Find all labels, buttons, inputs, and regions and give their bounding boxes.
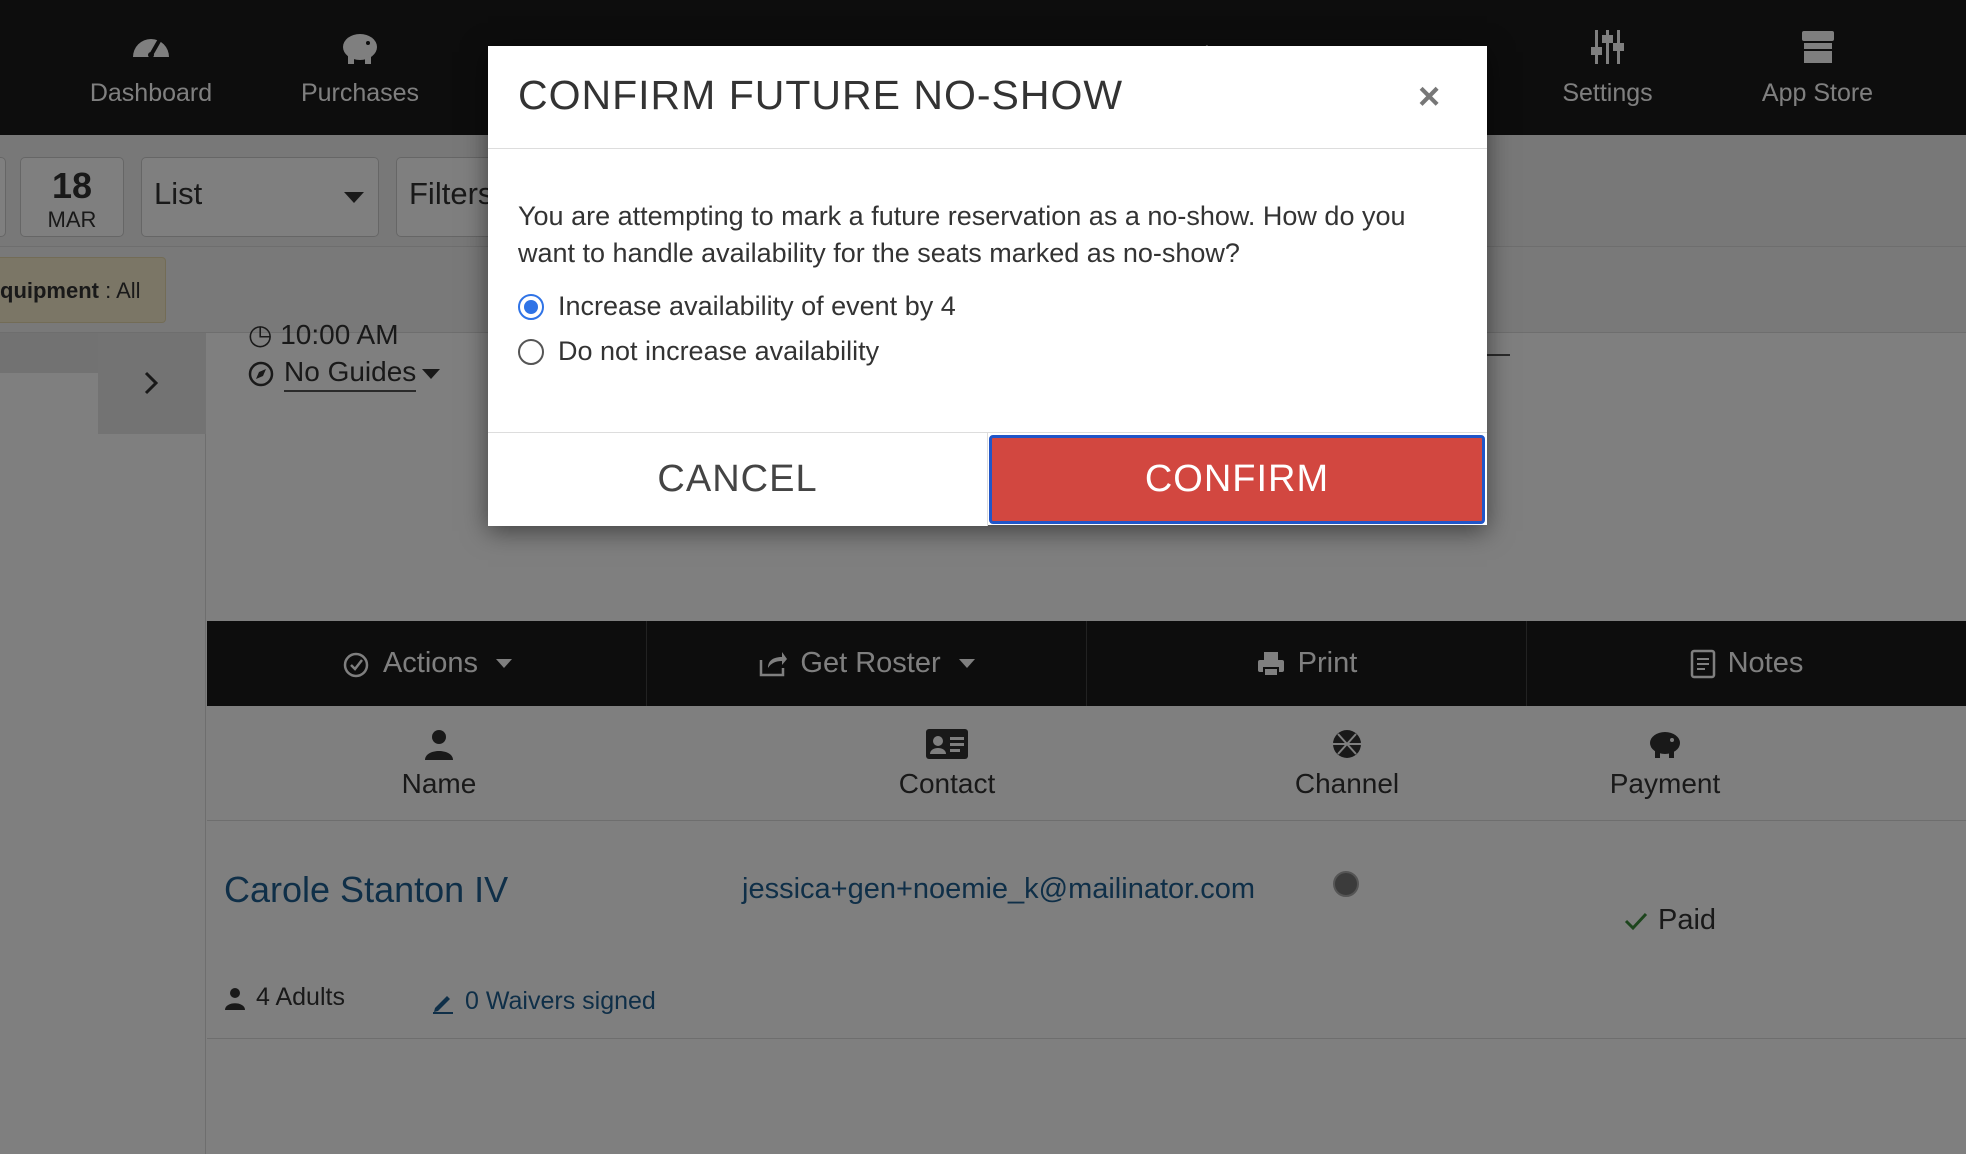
close-icon[interactable]: ×	[1418, 78, 1440, 116]
dialog-footer: CANCEL CONFIRM	[488, 432, 1487, 526]
no-show-confirm-dialog: CONFIRM FUTURE NO-SHOW × You are attempt…	[488, 46, 1487, 526]
option-do-not-increase[interactable]: Do not increase availability	[518, 336, 879, 367]
option-no-increase-label: Do not increase availability	[558, 336, 880, 366]
dialog-title: CONFIRM FUTURE NO-SHOW	[518, 72, 1124, 118]
dialog-header: CONFIRM FUTURE NO-SHOW ×	[488, 46, 1487, 149]
option-increase-availability[interactable]: Increase availability of event by 4	[518, 291, 956, 322]
option-increase-label: Increase availability of event by 4	[558, 291, 956, 321]
radio-do-not-increase[interactable]	[518, 338, 544, 365]
dialog-message: You are attempting to mark a future rese…	[518, 201, 1406, 268]
radio-increase-availability[interactable]	[518, 293, 544, 320]
confirm-button[interactable]: CONFIRM	[989, 435, 1485, 524]
cancel-button[interactable]: CANCEL	[488, 433, 988, 526]
